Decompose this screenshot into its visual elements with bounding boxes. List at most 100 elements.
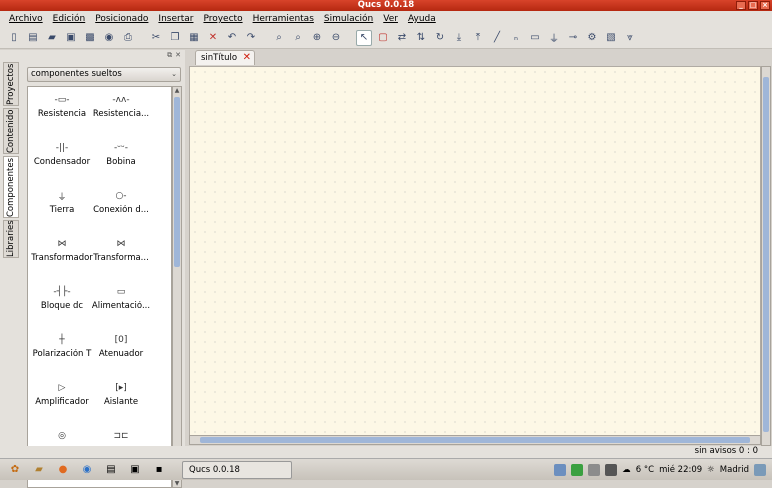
rotate-icon[interactable]: ↻: [432, 30, 448, 46]
menu-edicion[interactable]: Edición: [48, 14, 91, 24]
canvas-vscroll-thumb[interactable]: [763, 77, 769, 432]
terminal-icon[interactable]: ▪: [150, 461, 168, 479]
menu-ayuda[interactable]: Ayuda: [403, 14, 441, 24]
save-all-icon[interactable]: ▩: [82, 30, 98, 46]
go-into-icon[interactable]: ⤓: [451, 30, 467, 46]
minimize-button[interactable]: _: [736, 1, 746, 10]
pop-out-icon[interactable]: ⤒: [470, 30, 486, 46]
cut-icon[interactable]: ✂: [148, 30, 164, 46]
component-list-scrollbar[interactable]: ▲ ▼: [172, 86, 182, 488]
close-doc-icon[interactable]: ◉: [101, 30, 117, 46]
dc-block-icon: -┤├-: [53, 287, 71, 297]
screenshot-icon[interactable]: ▣: [126, 461, 144, 479]
redo-icon[interactable]: ↷: [243, 30, 259, 46]
mirror-y-icon[interactable]: ⇅: [413, 30, 429, 46]
menu-ver[interactable]: Ver: [378, 14, 403, 24]
component-amplificador[interactable]: ▷ Amplificador: [31, 379, 93, 423]
panel-close-icon[interactable]: ✕: [175, 51, 181, 60]
text-editor-icon[interactable]: ▤: [102, 461, 120, 479]
select-pointer-icon[interactable]: ↖: [356, 29, 372, 46]
undo-icon[interactable]: ↶: [224, 30, 240, 46]
component-atenuador[interactable]: [0] Atenuador: [90, 331, 152, 375]
component-aislante[interactable]: [▸] Aislante: [90, 379, 152, 423]
delete-icon[interactable]: ✕: [205, 30, 221, 46]
zoom-out-icon[interactable]: ⊖: [328, 30, 344, 46]
zoom-selection-icon[interactable]: ⌕: [290, 30, 306, 46]
equation-icon[interactable]: ▭: [527, 30, 543, 46]
close-button[interactable]: ×: [760, 1, 770, 10]
clock-text[interactable]: mié 22:09: [659, 465, 702, 475]
component-tierra[interactable]: ⏚ Tierra: [31, 187, 93, 231]
tab-contenido[interactable]: Contenido: [3, 108, 19, 154]
file-manager-icon[interactable]: ▰: [30, 461, 48, 479]
panel-float-icon[interactable]: ⧉: [167, 51, 172, 60]
new-file-icon[interactable]: ▯: [6, 30, 22, 46]
port-tool-icon[interactable]: ⊸: [565, 30, 581, 46]
temperature-text: 6 °C: [635, 464, 655, 475]
menu-proyecto[interactable]: Proyecto: [198, 14, 247, 24]
paste-icon[interactable]: ▦: [186, 30, 202, 46]
tab-proyectos[interactable]: Proyectos: [3, 62, 19, 106]
component-bobina[interactable]: -ᵕᵕ- Bobina: [90, 139, 152, 183]
taskbar-app-qucs[interactable]: Qucs 0.0.18: [182, 460, 292, 479]
os-taskbar: ✿ ▰ ● ◉ ▤ ▣ ▪ Qucs 0.0.18 ☁ 6 °C mié 22:…: [0, 458, 772, 480]
tab-document[interactable]: sinTítulo ✕: [195, 50, 255, 65]
view-data-icon[interactable]: ▧: [603, 30, 619, 46]
copy-icon[interactable]: ❐: [167, 30, 183, 46]
component-polarizacion-t[interactable]: ┼ Polarización T: [31, 331, 93, 375]
markers-icon[interactable]: ⩔: [622, 30, 638, 46]
maximize-button[interactable]: □: [748, 1, 758, 10]
trash-icon[interactable]: [754, 463, 766, 476]
component-bloque-dc[interactable]: -┤├- Bloque dc: [31, 283, 93, 327]
scroll-thumb[interactable]: [174, 97, 180, 267]
edit-activate-icon[interactable]: ▢: [375, 30, 391, 46]
simulate-icon[interactable]: ⚙: [584, 30, 600, 46]
component-transformador-sim[interactable]: ⋈ Transforma...: [90, 235, 152, 279]
canvas-hscroll-thumb[interactable]: [200, 437, 750, 443]
status-text: sin avisos 0 : 0: [694, 446, 758, 456]
tab-componentes[interactable]: Componentes: [3, 156, 19, 218]
menu-archivo[interactable]: Archivo: [4, 14, 48, 24]
mirror-x-icon[interactable]: ⇄: [394, 30, 410, 46]
menu-simulacion[interactable]: Simulación: [319, 14, 378, 24]
ground-tool-icon[interactable]: ⏚: [546, 30, 562, 46]
document-tab-label: sinTítulo: [201, 53, 238, 63]
menu-insertar[interactable]: Insertar: [153, 14, 198, 24]
volume-icon[interactable]: [605, 463, 618, 476]
component-alimentacion[interactable]: ▭ Alimentació...: [90, 283, 152, 327]
start-menu-icon[interactable]: ✿: [6, 461, 24, 479]
component-conexion[interactable]: ○- Conexión d...: [90, 187, 152, 231]
zoom-in-icon[interactable]: ⊕: [309, 30, 325, 46]
tab-libraries[interactable]: Libraries: [3, 220, 19, 258]
system-tray: ☁ 6 °C mié 22:09 ☼ Madrid: [554, 463, 772, 476]
save-icon[interactable]: ▣: [63, 30, 79, 46]
canvas-horizontal-scrollbar[interactable]: [189, 435, 761, 445]
menu-herramientas[interactable]: Herramientas: [248, 14, 319, 24]
canvas-vertical-scrollbar[interactable]: [761, 66, 771, 446]
component-transformador[interactable]: ⋈ Transformador: [31, 235, 93, 279]
component-category-select[interactable]: componentes sueltos ⌄: [27, 67, 181, 82]
attenuator-icon: [0]: [114, 335, 128, 345]
scroll-up-icon[interactable]: ▲: [173, 87, 181, 94]
open-folder-icon[interactable]: ▰: [44, 30, 60, 46]
firefox-icon[interactable]: ●: [54, 461, 72, 479]
component-resistencia-us[interactable]: -ᴧᴧ- Resistencia...: [90, 91, 152, 135]
new-text-icon[interactable]: ▤: [25, 30, 41, 46]
capacitor-icon: -||-: [55, 143, 69, 153]
component-resistencia[interactable]: -▭- Resistencia: [31, 91, 93, 135]
schematic-canvas[interactable]: [189, 66, 761, 436]
component-condensador[interactable]: -||- Condensador: [31, 139, 93, 183]
wire-icon[interactable]: ╱: [489, 30, 505, 46]
scroll-down-icon[interactable]: ▼: [173, 480, 181, 487]
print-icon[interactable]: ⎙: [120, 30, 136, 46]
window-title: Qucs 0.0.18: [357, 0, 415, 10]
chrome-icon[interactable]: ◉: [78, 461, 96, 479]
workspace-icon[interactable]: [554, 463, 567, 476]
zoom-fit-icon[interactable]: ⌕: [271, 30, 287, 46]
wire-label-icon[interactable]: ₙ: [508, 30, 524, 46]
menu-posicionado[interactable]: Posicionado: [90, 14, 153, 24]
close-tab-icon[interactable]: ✕: [243, 51, 251, 65]
gyrator-icon: ⊐⊏: [113, 431, 129, 441]
green-app-icon[interactable]: [571, 463, 584, 476]
network-icon[interactable]: [588, 463, 601, 476]
